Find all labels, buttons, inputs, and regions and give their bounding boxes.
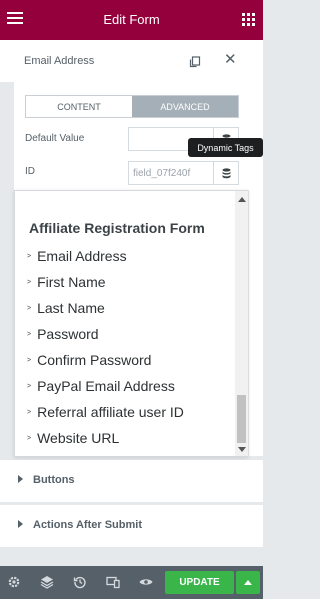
scroll-down-icon[interactable]: [238, 447, 246, 452]
bullet-icon: >: [27, 408, 32, 416]
update-options-button[interactable]: [236, 571, 260, 594]
bullet-icon: >: [27, 382, 32, 390]
close-icon[interactable]: ✕: [224, 52, 238, 68]
chevron-up-icon: [244, 580, 252, 585]
bullet-icon: >: [27, 330, 32, 338]
id-dynamic-tags-button[interactable]: [213, 161, 239, 185]
dropdown-item-label: Confirm Password: [37, 352, 152, 368]
section-title: Actions After Submit: [33, 519, 142, 531]
dropdown-item-last-name[interactable]: > Last Name: [27, 300, 105, 316]
field-header: Email Address ✕: [0, 40, 263, 82]
settings-icon[interactable]: [7, 575, 21, 589]
field-header-label: Email Address: [24, 55, 95, 67]
bullet-icon: >: [27, 304, 32, 312]
dropdown-item-label: Website URL: [37, 430, 120, 446]
bullet-icon: >: [27, 278, 32, 286]
dropdown-item-email-address[interactable]: > Email Address: [27, 248, 127, 264]
page-title: Edit Form: [103, 12, 160, 27]
bullet-icon: >: [27, 356, 32, 364]
tab-switcher: CONTENT ADVANCED: [25, 95, 239, 118]
id-input[interactable]: field_07f240f: [128, 161, 214, 185]
dropdown-item-website-url[interactable]: > Website URL: [27, 430, 119, 446]
bullet-icon: >: [27, 434, 32, 442]
dropdown-item-label: Referral affiliate user ID: [37, 404, 184, 420]
dropdown-item-paypal-email[interactable]: > PayPal Email Address: [27, 378, 175, 394]
scrollbar-thumb[interactable]: [237, 395, 246, 443]
dropdown-item-referral-id[interactable]: > Referral affiliate user ID: [27, 404, 184, 420]
id-label: ID: [25, 166, 35, 177]
database-icon: [222, 167, 230, 178]
caret-right-icon: [18, 475, 23, 483]
responsive-icon[interactable]: [106, 575, 120, 589]
dropdown-item-first-name[interactable]: > First Name: [27, 274, 106, 290]
default-value-label: Default Value: [25, 133, 85, 144]
apps-grid-icon[interactable]: [242, 13, 255, 26]
dropdown-item-label: PayPal Email Address: [37, 378, 175, 394]
copy-icon[interactable]: [189, 55, 201, 68]
dropdown-item-password[interactable]: > Password: [27, 326, 99, 342]
dropdown-title: Affiliate Registration Form: [29, 220, 205, 236]
history-icon[interactable]: [73, 575, 87, 589]
dynamic-tags-dropdown: Affiliate Registration Form > Email Addre…: [14, 190, 248, 457]
top-bar: Edit Form: [0, 0, 263, 40]
section-actions-after-submit[interactable]: Actions After Submit: [0, 505, 263, 547]
update-button[interactable]: UPDATE: [165, 571, 234, 594]
dropdown-item-label: Password: [37, 326, 99, 342]
scroll-up-icon[interactable]: [238, 197, 246, 202]
dropdown-item-label: Last Name: [37, 300, 105, 316]
dynamic-tags-tooltip: Dynamic Tags: [188, 138, 263, 157]
layers-icon[interactable]: [40, 575, 54, 589]
section-title: Buttons: [33, 474, 75, 486]
bullet-icon: >: [27, 252, 32, 260]
dropdown-item-label: First Name: [37, 274, 106, 290]
section-buttons[interactable]: Buttons: [0, 460, 263, 502]
dropdown-item-confirm-password[interactable]: > Confirm Password: [27, 352, 151, 368]
tab-content[interactable]: CONTENT: [26, 96, 132, 117]
preview-icon[interactable]: [139, 575, 153, 589]
tab-advanced[interactable]: ADVANCED: [132, 96, 238, 117]
caret-right-icon: [18, 520, 23, 528]
dropdown-item-label: Email Address: [37, 248, 127, 264]
